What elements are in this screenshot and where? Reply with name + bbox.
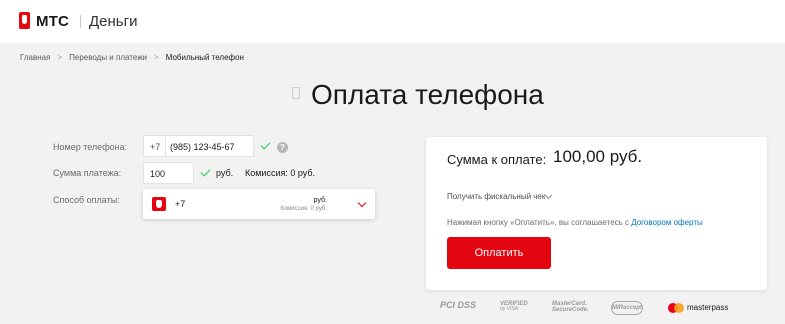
phone-icon bbox=[292, 87, 300, 99]
brand-logo-text[interactable]: МТС bbox=[36, 13, 69, 30]
mir-accept-logo: MIRaccept bbox=[611, 301, 643, 315]
payment-summary-panel: Сумма к оплате: 100,00 руб. Получить фис… bbox=[426, 137, 767, 290]
securecode-text: SecureCode. bbox=[552, 307, 589, 313]
mts-card-icon bbox=[152, 197, 166, 211]
pci-dss-logo: PCI DSS bbox=[440, 300, 477, 310]
amount-commission: Комиссия: 0 руб. bbox=[245, 168, 316, 178]
masterpass-logo-text: masterpass bbox=[687, 303, 729, 312]
by-visa-text: by VISA bbox=[500, 306, 519, 312]
payment-method-select[interactable]: +7 руб. Комиссия: 0 руб. bbox=[143, 189, 375, 219]
offer-agreement-link[interactable]: Договором оферты bbox=[631, 218, 703, 227]
mastercard-icon bbox=[668, 303, 684, 313]
mastercard-securecode-logo: MasterCard. SecureCode. bbox=[552, 301, 589, 313]
breadcrumb: Главная > Переводы и платежи > Мобильный тел… bbox=[20, 53, 244, 62]
payment-method-number: +7 bbox=[175, 199, 186, 209]
header-divider bbox=[80, 15, 81, 28]
amount-label: Сумма платежа: bbox=[53, 168, 122, 178]
payment-method-balance: руб. bbox=[313, 197, 327, 204]
product-name[interactable]: Деньги bbox=[89, 13, 137, 30]
fiscal-receipt-toggle[interactable]: Получить фискальный чек bbox=[447, 192, 545, 201]
amount-value[interactable]: 100 bbox=[150, 169, 165, 179]
phone-prefix: +7 bbox=[150, 142, 161, 152]
phone-valid-checkmark-icon bbox=[260, 139, 271, 150]
agreement-prefix: Нажимая кнопку «Оплатить», вы соглашаете… bbox=[447, 218, 632, 227]
phone-value[interactable]: (985) 123-45-67 bbox=[170, 142, 235, 152]
phone-prefix-divider bbox=[165, 136, 166, 156]
breadcrumb-separator: > bbox=[154, 53, 159, 62]
amount-currency: руб. bbox=[216, 168, 234, 178]
agreement-text: Нажимая кнопку «Оплатить», вы соглашаете… bbox=[447, 218, 703, 227]
breadcrumb-home[interactable]: Главная bbox=[20, 53, 50, 62]
payment-method-label: Способ оплаты: bbox=[53, 195, 120, 205]
total-label: Сумма к оплате: bbox=[447, 152, 547, 167]
chevron-down-icon[interactable] bbox=[544, 191, 553, 200]
mts-logo-icon[interactable] bbox=[19, 12, 30, 29]
phone-input[interactable]: +7 (985) 123-45-67 bbox=[143, 135, 254, 157]
mastercard-orange-circle bbox=[674, 303, 684, 313]
phone-label: Номер телефона: bbox=[53, 142, 128, 152]
total-value: 100,00 руб. bbox=[553, 147, 643, 166]
page-title: Оплата телефона bbox=[311, 79, 544, 110]
breadcrumb-separator: > bbox=[57, 53, 63, 62]
help-icon[interactable]: ? bbox=[277, 142, 288, 153]
chevron-down-icon[interactable] bbox=[357, 198, 367, 208]
breadcrumb-current: Мобильный телефон bbox=[165, 53, 244, 62]
payment-method-commission: Комиссия: 0 руб. bbox=[280, 206, 327, 212]
breadcrumb-transfers[interactable]: Переводы и платежи bbox=[69, 53, 147, 62]
amount-valid-checkmark-icon bbox=[200, 166, 211, 177]
pay-button[interactable]: Оплатить bbox=[447, 237, 551, 269]
verified-by-visa-logo: VERIFIED by VISA bbox=[500, 301, 528, 312]
header: МТС Деньги bbox=[0, 0, 785, 43]
amount-input[interactable]: 100 bbox=[143, 162, 194, 184]
